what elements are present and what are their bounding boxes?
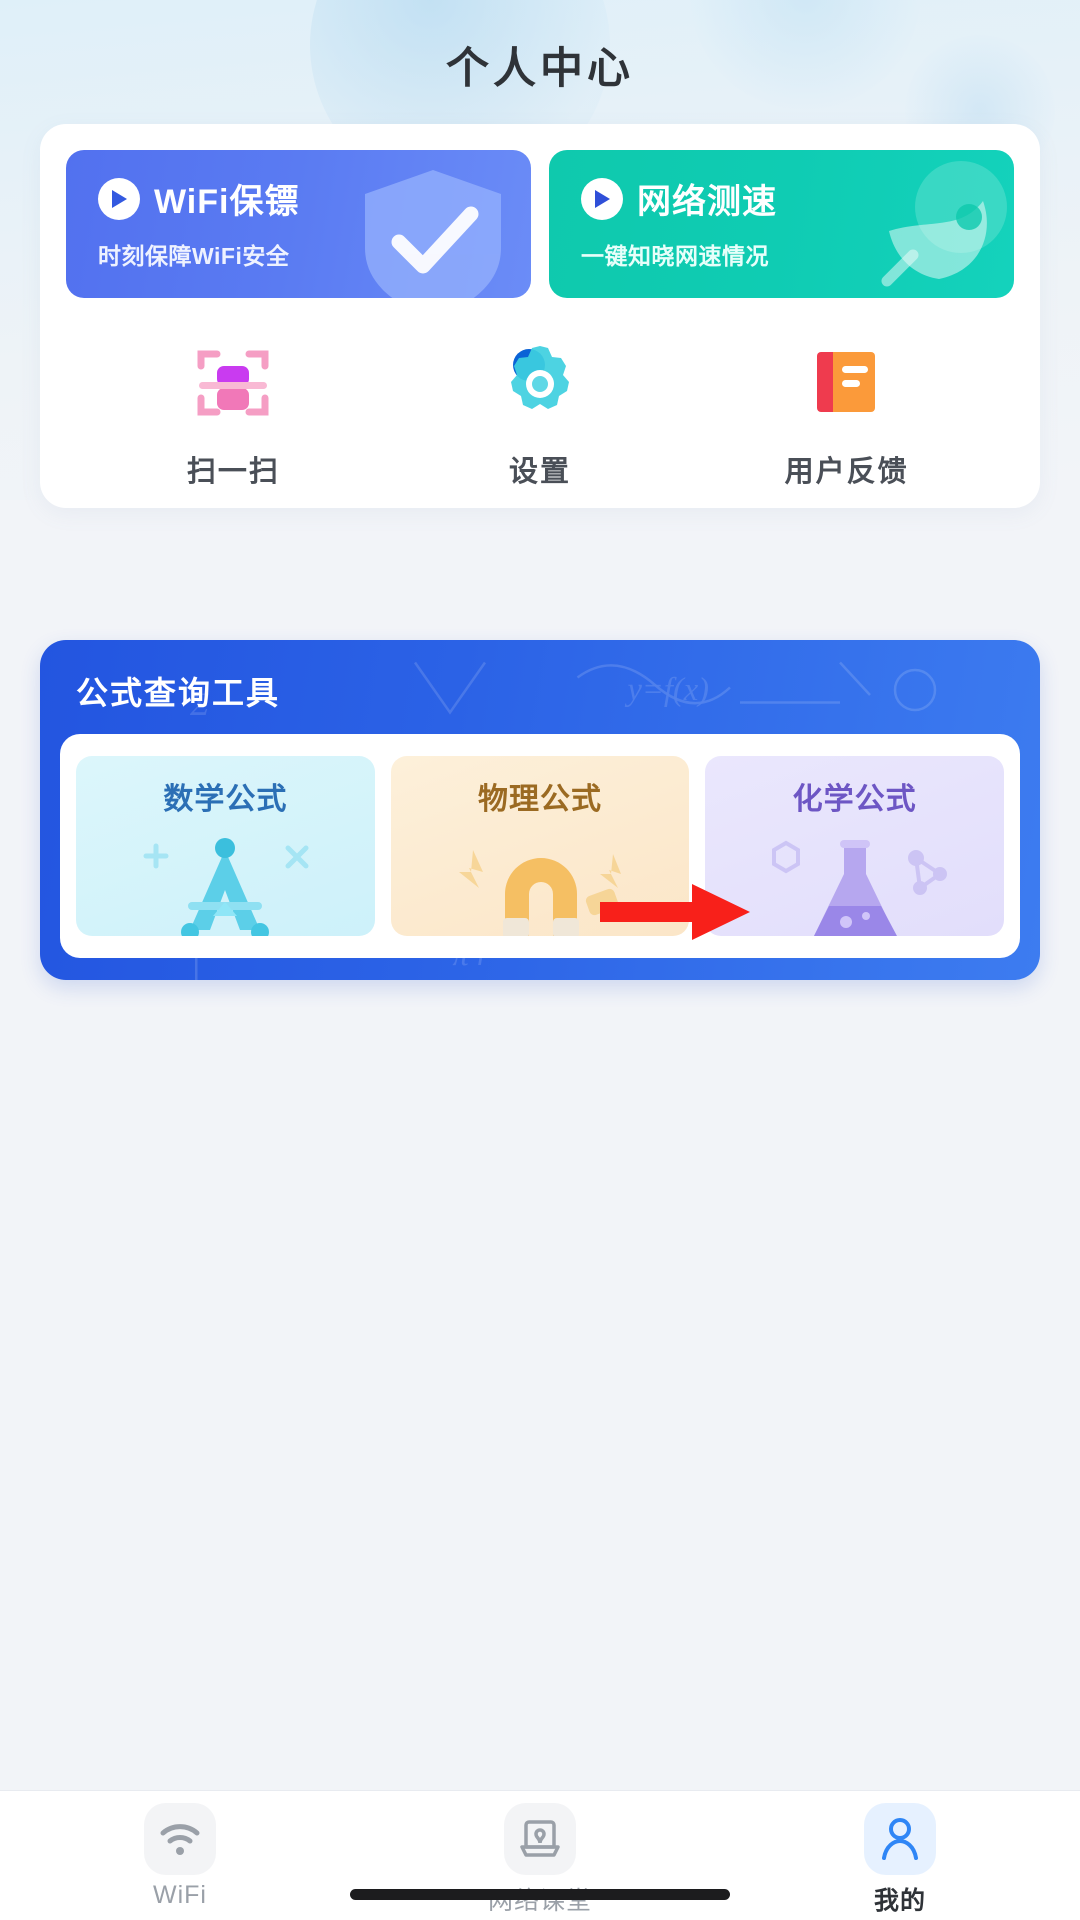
- quick-action-label: 设置: [509, 456, 572, 488]
- formula-tile-label: 化学公式: [792, 783, 917, 816]
- red-arrow-annotation: [600, 880, 750, 949]
- quick-action-row: 扫一扫 设置 用户反馈: [66, 338, 1014, 490]
- play-icon: [581, 177, 623, 220]
- formula-section-wrap: y=f(x) x²+a Σ π r² 公式查询工具 数学公式: [0, 640, 1080, 980]
- quick-action-settings[interactable]: 设置: [387, 338, 694, 490]
- banner-title: WiFi保镖: [154, 183, 300, 221]
- quick-action-label: 扫一扫: [186, 456, 280, 488]
- formula-query-card: y=f(x) x²+a Σ π r² 公式查询工具 数学公式: [40, 640, 1040, 980]
- flask-icon: [705, 832, 1004, 936]
- banner-row: WiFi保镖 时刻保障WiFi安全 网络测速 一键知晓网速情况: [66, 150, 1014, 298]
- play-icon: [98, 177, 140, 220]
- page-title: 个人中心: [446, 45, 634, 93]
- scan-qr-icon: [189, 338, 277, 426]
- formula-tile-row: 数学公式 物理公式 化学公式: [60, 734, 1020, 958]
- formula-tile-math[interactable]: 数学公式: [76, 756, 375, 936]
- gear-icon: [496, 338, 584, 426]
- banner-speed-test[interactable]: 网络测速 一键知晓网速情况: [549, 150, 1014, 298]
- tab-label: WiFi: [153, 1881, 207, 1909]
- banner-wifi-guard[interactable]: WiFi保镖 时刻保障WiFi安全: [66, 150, 531, 298]
- tab-label: 我的: [873, 1887, 926, 1915]
- quick-action-label: 用户反馈: [784, 456, 909, 488]
- quick-action-feedback[interactable]: 用户反馈: [693, 338, 1000, 490]
- tab-mine[interactable]: 我的: [720, 1803, 1080, 1917]
- bottom-tab-bar: WiFi 网络课堂 我的: [0, 1790, 1080, 1920]
- wifi-icon: [144, 1803, 216, 1875]
- compass-icon: [76, 832, 375, 936]
- banner-header: 网络测速: [581, 174, 1014, 223]
- quick-panel: WiFi保镖 时刻保障WiFi安全 网络测速 一键知晓网速情况 扫一扫 设置 用…: [40, 124, 1040, 508]
- feedback-icon: [803, 338, 891, 426]
- formula-section-title: 公式查询工具: [76, 675, 281, 711]
- formula-tile-label: 数学公式: [163, 783, 288, 816]
- tab-wifi[interactable]: WiFi: [0, 1803, 360, 1910]
- user-icon: [864, 1803, 936, 1875]
- banner-header: WiFi保镖: [98, 174, 531, 223]
- classroom-icon: [504, 1803, 576, 1875]
- quick-action-scan[interactable]: 扫一扫: [80, 338, 387, 490]
- home-indicator: [350, 1889, 730, 1900]
- formula-tile-chemistry[interactable]: 化学公式: [705, 756, 1005, 936]
- banner-subtitle: 时刻保障WiFi安全: [98, 243, 290, 269]
- banner-subtitle: 一键知晓网速情况: [581, 243, 769, 269]
- formula-tile-label: 物理公式: [478, 783, 602, 816]
- banner-title: 网络测速: [637, 183, 777, 221]
- app-root: 个人中心 WiFi保镖 时刻保障WiFi安全 网络测速 一键知晓网速情况 扫一扫…: [0, 0, 1080, 1920]
